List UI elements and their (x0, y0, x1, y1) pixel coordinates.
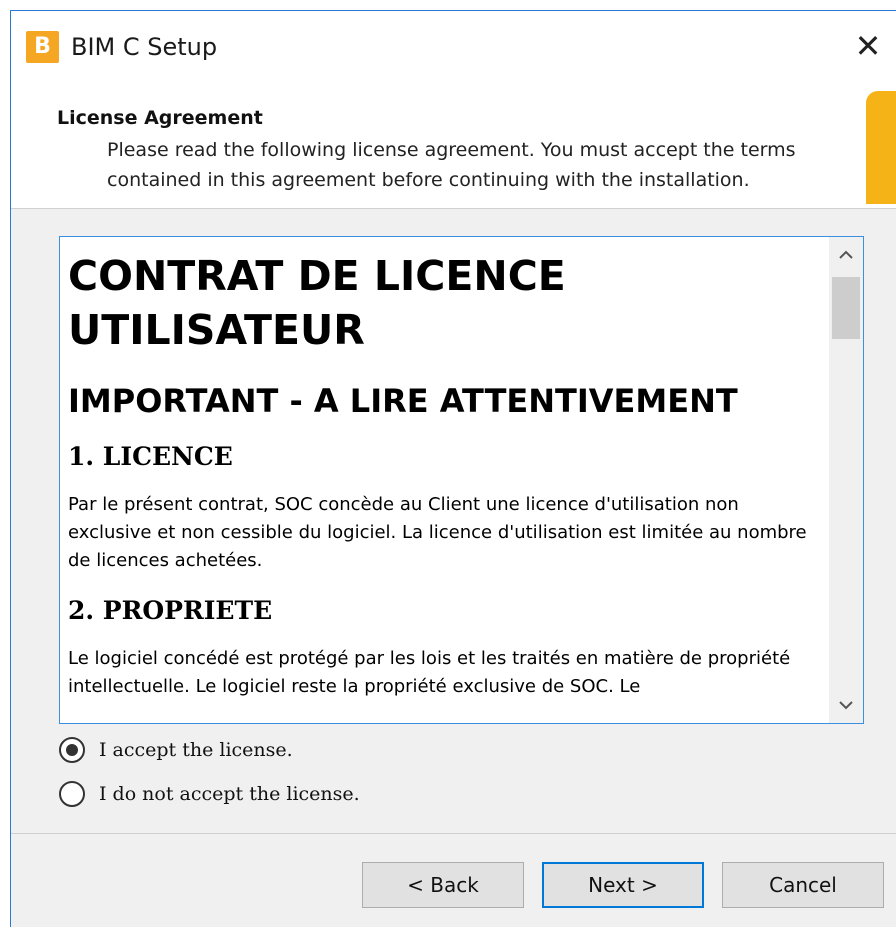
accept-label: I accept the license. (99, 739, 293, 761)
page-description: Please read the following license agreem… (107, 139, 796, 191)
decline-label: I do not accept the license. (99, 783, 360, 805)
chevron-down-icon[interactable] (829, 687, 863, 723)
app-logo-icon: B (26, 31, 59, 63)
title-bar: B BIM C Setup ✕ (11, 11, 896, 91)
license-content: CONTRAT DE LICENCE UTILISATEUR IMPORTANT… (68, 237, 828, 701)
window-title: BIM C Setup (71, 33, 218, 61)
setup-window: B BIM C Setup ✕ License Agreement Please… (10, 10, 896, 927)
next-button[interactable]: Next > (542, 862, 704, 908)
page-header: License Agreement Please read the follow… (11, 91, 896, 209)
accept-license-option[interactable]: I accept the license. (59, 735, 293, 765)
chevron-up-icon[interactable] (829, 237, 863, 273)
back-button[interactable]: < Back (362, 862, 524, 908)
vertical-scrollbar[interactable] (829, 237, 863, 723)
header-accent-graphic (866, 91, 896, 204)
decline-license-option[interactable]: I do not accept the license. (59, 779, 360, 809)
footer-divider (11, 833, 896, 834)
license-heading: CONTRAT DE LICENCE UTILISATEUR (68, 252, 566, 354)
section-title-propriete: 2. PROPRIETE (68, 596, 273, 625)
decline-radio[interactable] (59, 781, 85, 807)
cancel-button[interactable]: Cancel (722, 862, 884, 908)
page-title: License Agreement (57, 107, 263, 129)
section-text-licence: Par le présent contrat, SOC concède au C… (68, 494, 807, 571)
accept-radio[interactable] (59, 737, 85, 763)
section-title-licence: 1. LICENCE (68, 442, 233, 471)
license-subheading: IMPORTANT - A LIRE ATTENTIVEMENT (68, 382, 738, 420)
scrollbar-thumb[interactable] (832, 277, 860, 339)
section-text-propriete: Le logiciel concédé est protégé par les … (68, 648, 791, 697)
license-text-box[interactable]: CONTRAT DE LICENCE UTILISATEUR IMPORTANT… (59, 236, 864, 724)
close-icon[interactable]: ✕ (840, 21, 896, 71)
